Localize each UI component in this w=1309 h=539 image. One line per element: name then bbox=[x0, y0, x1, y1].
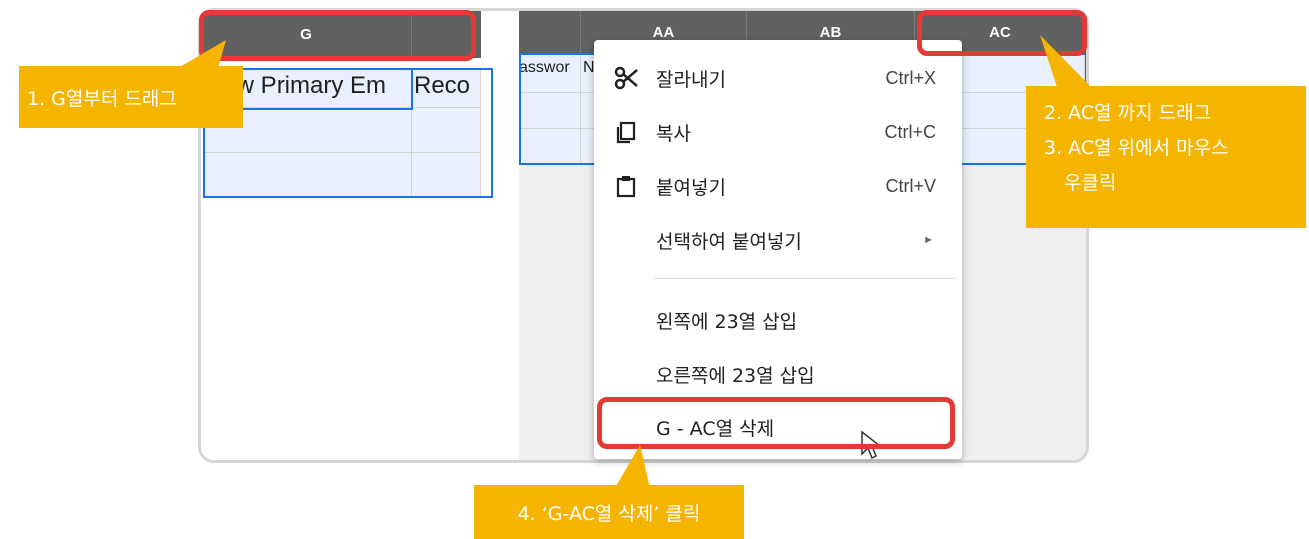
callout-step-2-text: 2. AC열 까지 드래그 bbox=[1044, 102, 1212, 124]
callout-step-1: 1. G열부터 드래그 bbox=[19, 66, 243, 128]
callout-step-1-text: 1. G열부터 드래그 bbox=[27, 87, 177, 110]
callout-step-3-text-line2: 우클릭 bbox=[1064, 172, 1117, 194]
callout-step-3-text: 3. AC열 위에서 마우스 bbox=[1044, 137, 1229, 159]
callout-step-4-text: 4. ‘G-AC열 삭제’ 클릭 bbox=[517, 502, 701, 525]
callout-steps-2-3: 2. AC열 까지 드래그 3. AC열 위에서 마우스 우클릭 bbox=[1026, 86, 1306, 228]
callout-step-4: 4. ‘G-AC열 삭제’ 클릭 bbox=[474, 485, 744, 539]
